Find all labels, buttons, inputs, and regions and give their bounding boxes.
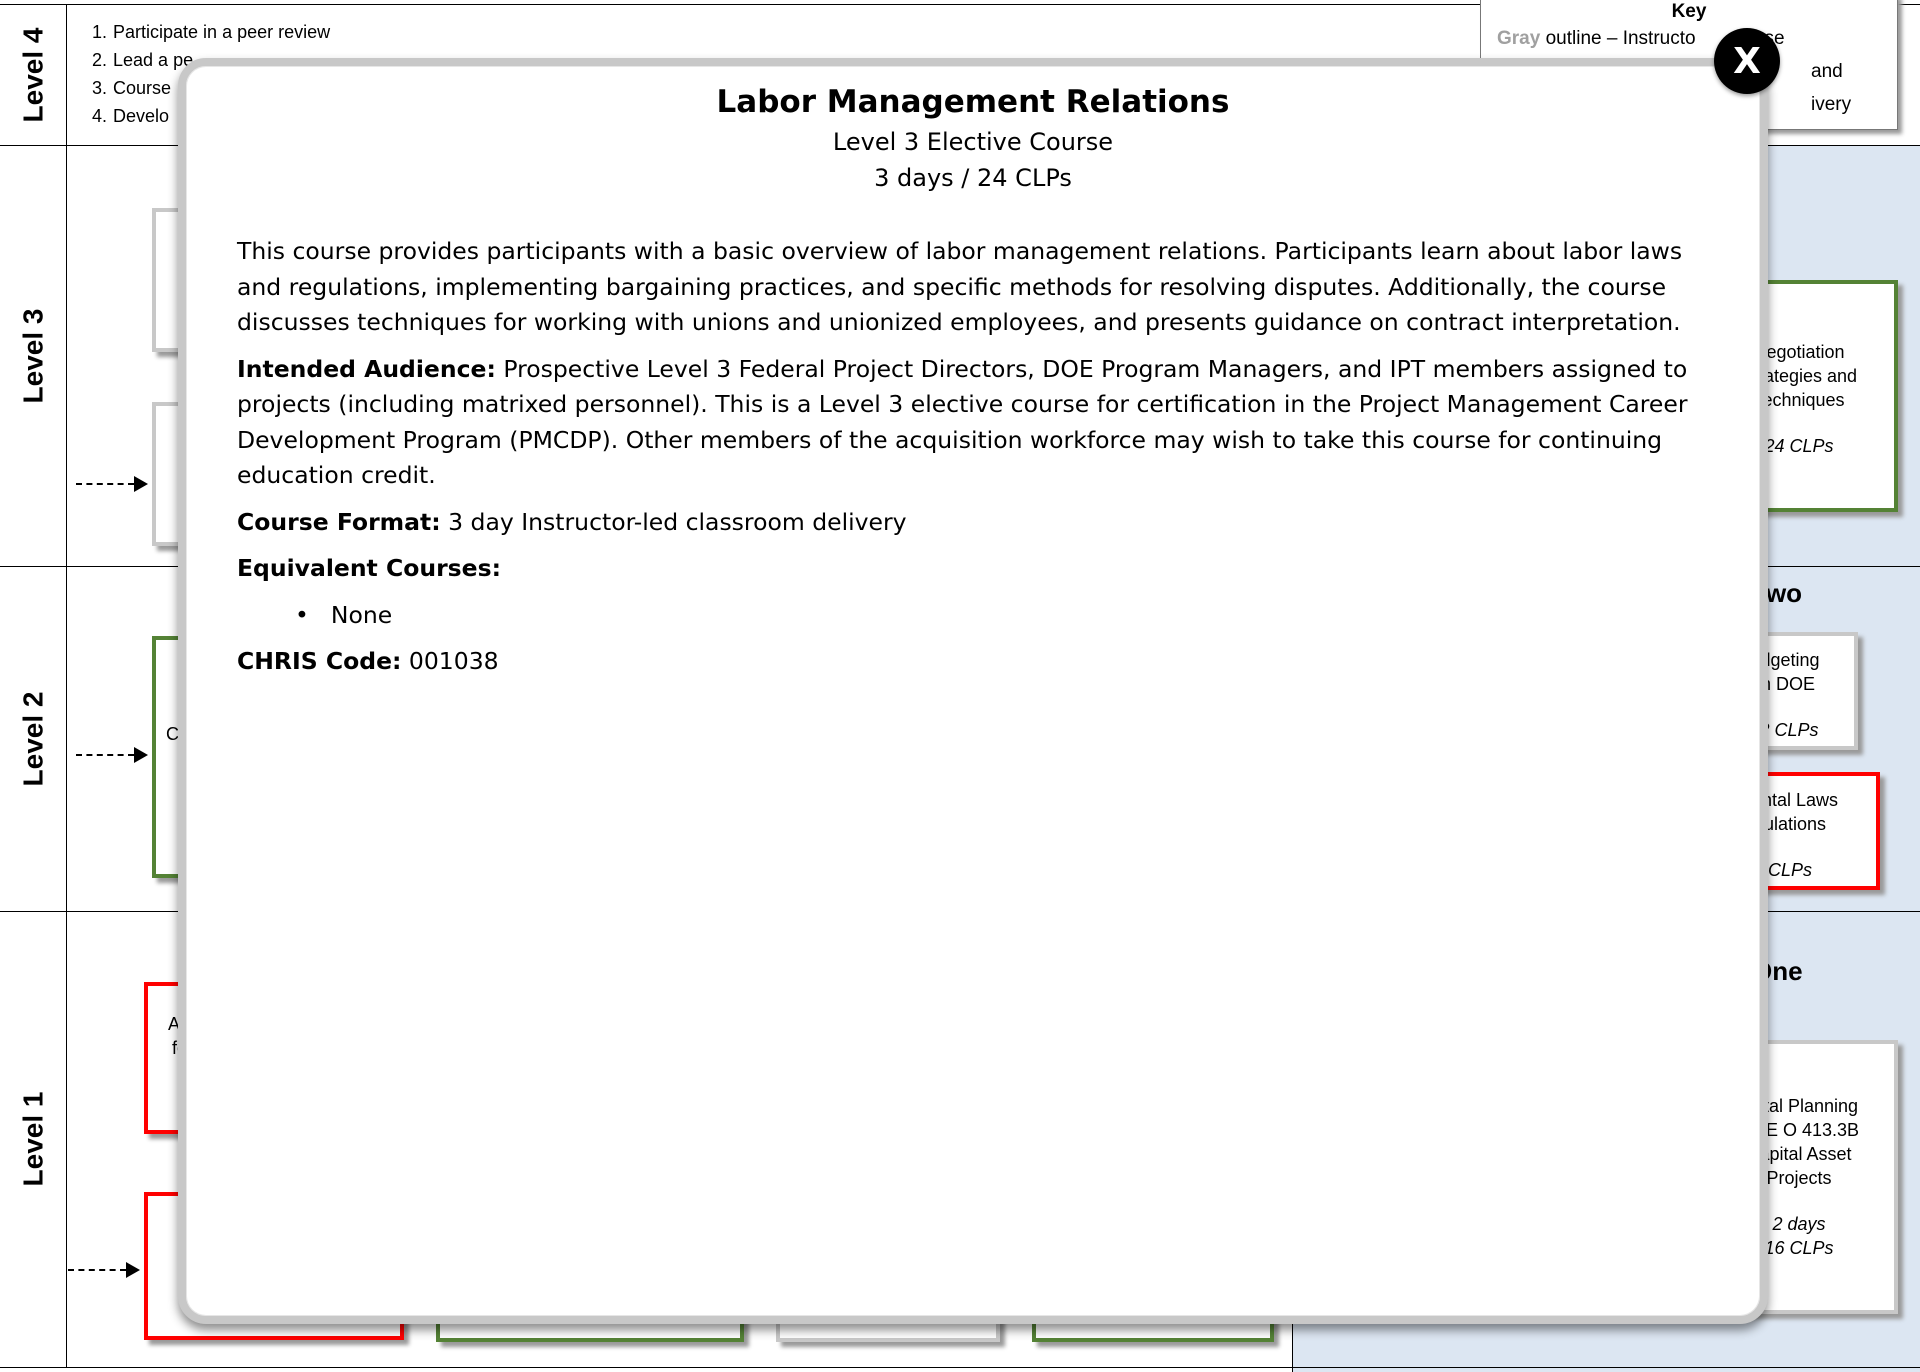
modal-subtitle: Level 3 Elective Course [832, 128, 1114, 156]
course-detail-modal: Labor Management Relations Level 3 Elect… [178, 58, 1768, 1324]
dashed-arrow-icon [76, 476, 148, 492]
bullet-icon: • [295, 600, 309, 629]
equivalent-course-item: None [330, 600, 393, 629]
course-format: Course Format: 3 day Instructor-led clas… [237, 505, 1720, 541]
audience-label: Intended Audience: [237, 354, 496, 383]
close-icon: X [1733, 40, 1761, 82]
format-label: Course Format: [237, 507, 441, 536]
level-2-label: Level 2 [17, 691, 49, 786]
key-row: and [1811, 61, 1843, 82]
equivalent-courses-heading: Equivalent Courses: [237, 554, 501, 582]
dashed-arrow-icon [68, 1262, 140, 1278]
key-title: Key [1671, 1, 1707, 22]
format-text: 3 day Instructor-led classroom delivery [440, 507, 907, 536]
chris-value: 001038 [401, 647, 499, 675]
modal-body: This course provides participants with a… [237, 234, 1720, 691]
level-4-row-header: Level 4 [0, 4, 67, 146]
course-description: This course provides participants with a… [237, 237, 1683, 336]
modal-title: Labor Management Relations [716, 84, 1230, 120]
row-divider [0, 1367, 1920, 1368]
list-item: 1. Participate in a peer review [92, 22, 331, 42]
level-4-label: Level 4 [17, 27, 49, 122]
chris-code: CHRIS Code: 001038 [237, 644, 1720, 680]
key-row: ivery [1811, 94, 1852, 115]
level-2-row-header: Level 2 [0, 566, 67, 912]
modal-duration: 3 days / 24 CLPs [874, 164, 1072, 192]
level-3-label: Level 3 [17, 308, 49, 403]
dashed-arrow-icon [76, 747, 148, 763]
chris-label: CHRIS Code: [237, 647, 402, 675]
level-1-label: Level 1 [17, 1091, 49, 1187]
list-item: • None [237, 598, 1720, 634]
level-3-row-header: Level 3 [0, 145, 67, 567]
intended-audience: Intended Audience: Prospective Level 3 F… [237, 352, 1720, 494]
close-button[interactable]: X [1714, 28, 1780, 94]
level-1-row-header: Level 1 [0, 911, 67, 1368]
